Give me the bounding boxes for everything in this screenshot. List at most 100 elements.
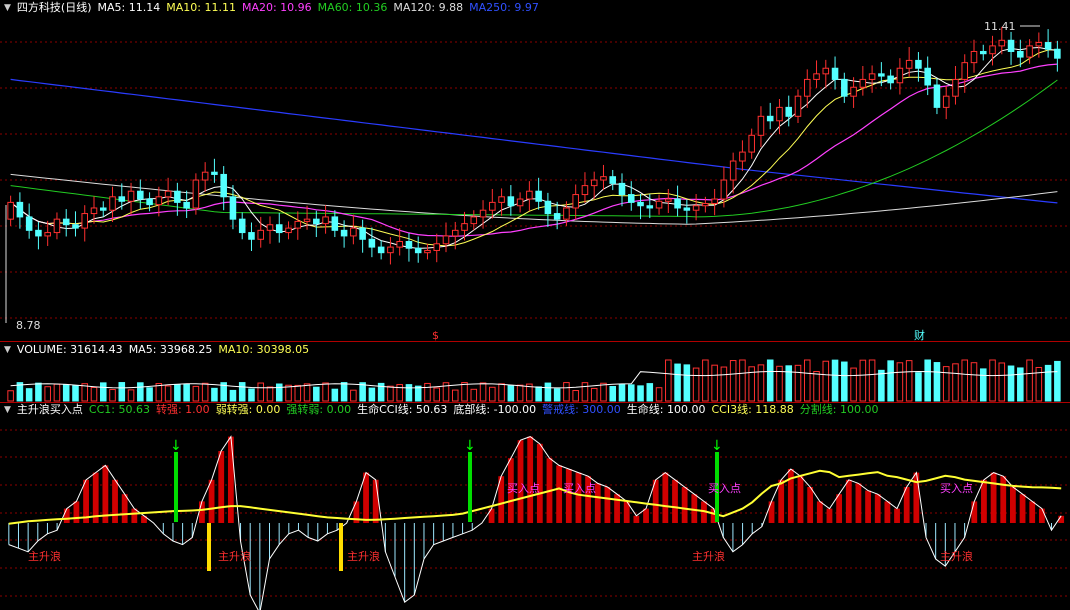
candle bbox=[646, 205, 654, 209]
volume-bar bbox=[729, 360, 737, 402]
candle bbox=[609, 176, 617, 184]
cc1-bar bbox=[990, 472, 997, 523]
volume-bar bbox=[275, 383, 283, 402]
volume-bar bbox=[952, 363, 959, 402]
event-marker-s[interactable]: $ bbox=[432, 329, 439, 342]
candle bbox=[137, 190, 144, 200]
candle bbox=[766, 115, 774, 122]
candle bbox=[581, 185, 589, 196]
candle bbox=[665, 198, 672, 202]
main-wave-label: 主升浪 bbox=[28, 549, 61, 563]
cc1-bar bbox=[488, 508, 495, 523]
volume-bar bbox=[766, 359, 774, 402]
cc1-bar bbox=[575, 472, 582, 523]
volume-bar bbox=[433, 387, 441, 402]
volume-bar bbox=[470, 388, 478, 402]
volume-bar bbox=[294, 384, 302, 402]
candle bbox=[822, 67, 830, 75]
candle bbox=[266, 224, 274, 231]
candle bbox=[563, 207, 570, 220]
candle bbox=[526, 190, 533, 200]
main-wave-label: 主升浪 bbox=[692, 549, 725, 563]
volume-bar bbox=[322, 382, 329, 402]
main-wave-label: 主升浪 bbox=[347, 549, 380, 563]
candle bbox=[887, 75, 894, 84]
candle bbox=[729, 160, 737, 181]
volume-bar bbox=[720, 366, 728, 402]
volume-bar bbox=[424, 382, 431, 402]
volume-bar bbox=[7, 390, 14, 402]
cc1-bar bbox=[913, 472, 920, 523]
candle bbox=[238, 218, 246, 234]
wave-signal-bar bbox=[207, 523, 211, 571]
volume-bar bbox=[942, 366, 950, 402]
volume-bar bbox=[535, 386, 542, 402]
buy-arrow-icon: ↓ bbox=[464, 438, 476, 454]
candle bbox=[220, 173, 227, 198]
candle bbox=[794, 95, 802, 117]
volume-bar bbox=[387, 385, 394, 402]
candle bbox=[81, 213, 89, 229]
volume-bar bbox=[544, 382, 552, 402]
buy-arrow-icon: ↓ bbox=[711, 438, 723, 454]
volume-bar bbox=[878, 369, 885, 402]
volume-bar bbox=[183, 383, 190, 402]
candle bbox=[924, 67, 931, 86]
volume-bar bbox=[859, 359, 867, 402]
candle bbox=[53, 218, 61, 234]
cc1-bar bbox=[807, 487, 814, 523]
candle bbox=[1035, 42, 1043, 47]
candle bbox=[868, 73, 876, 80]
volume-bar bbox=[174, 384, 181, 402]
volume-bar bbox=[285, 384, 292, 402]
stock-chart[interactable]: 11.41 8.78 $ 财 ↓ ↓ ↓ 主升浪 主升浪 主升浪 主升浪 主升浪 买入点 买入点 买… bbox=[0, 0, 1070, 610]
volume-bar bbox=[257, 382, 265, 402]
candle bbox=[275, 224, 283, 234]
buy-point-label: 买入点 bbox=[708, 482, 741, 495]
volume-bar bbox=[127, 389, 135, 402]
buy-point-label: 买入点 bbox=[940, 482, 973, 495]
candle bbox=[683, 207, 691, 211]
volume-bar bbox=[739, 359, 746, 402]
volume-bar bbox=[192, 385, 200, 402]
candle bbox=[25, 216, 33, 231]
volume-bar bbox=[498, 383, 505, 402]
candle bbox=[294, 220, 302, 229]
volume-bar bbox=[164, 385, 172, 402]
candle bbox=[989, 45, 996, 55]
candle bbox=[368, 238, 376, 248]
volume-bar bbox=[803, 359, 811, 402]
volume-bar bbox=[887, 360, 894, 402]
volume-bar bbox=[44, 386, 51, 402]
event-marker-cai[interactable]: 财 bbox=[914, 328, 925, 342]
candle bbox=[359, 227, 366, 240]
cc1-bar bbox=[865, 490, 871, 523]
volume-bar bbox=[822, 360, 830, 402]
cc1-bar bbox=[1000, 476, 1007, 523]
candle bbox=[331, 216, 339, 231]
cc1-bar bbox=[1029, 501, 1036, 523]
cc1-bar bbox=[855, 483, 862, 523]
candle bbox=[535, 190, 542, 202]
cc1-bar bbox=[363, 472, 369, 523]
volume-bar bbox=[850, 367, 857, 402]
candle bbox=[183, 201, 190, 209]
volume-bar bbox=[711, 364, 718, 402]
candle bbox=[627, 194, 635, 203]
cc1-bar bbox=[884, 501, 891, 523]
candle bbox=[831, 67, 839, 80]
candle bbox=[405, 241, 413, 249]
volume-bar bbox=[461, 382, 468, 402]
volume-bar bbox=[655, 387, 663, 402]
candle bbox=[979, 50, 987, 55]
candle bbox=[350, 227, 357, 237]
volume-bar bbox=[266, 386, 274, 402]
candle bbox=[7, 201, 14, 220]
buy-point-label: 买入点 bbox=[563, 482, 596, 495]
volume-bar bbox=[970, 362, 978, 402]
volume-bar bbox=[368, 387, 376, 402]
main-wave-label: 主升浪 bbox=[218, 549, 251, 563]
candle bbox=[433, 243, 441, 251]
volume-bar bbox=[572, 390, 579, 402]
volume-bar bbox=[692, 367, 700, 402]
